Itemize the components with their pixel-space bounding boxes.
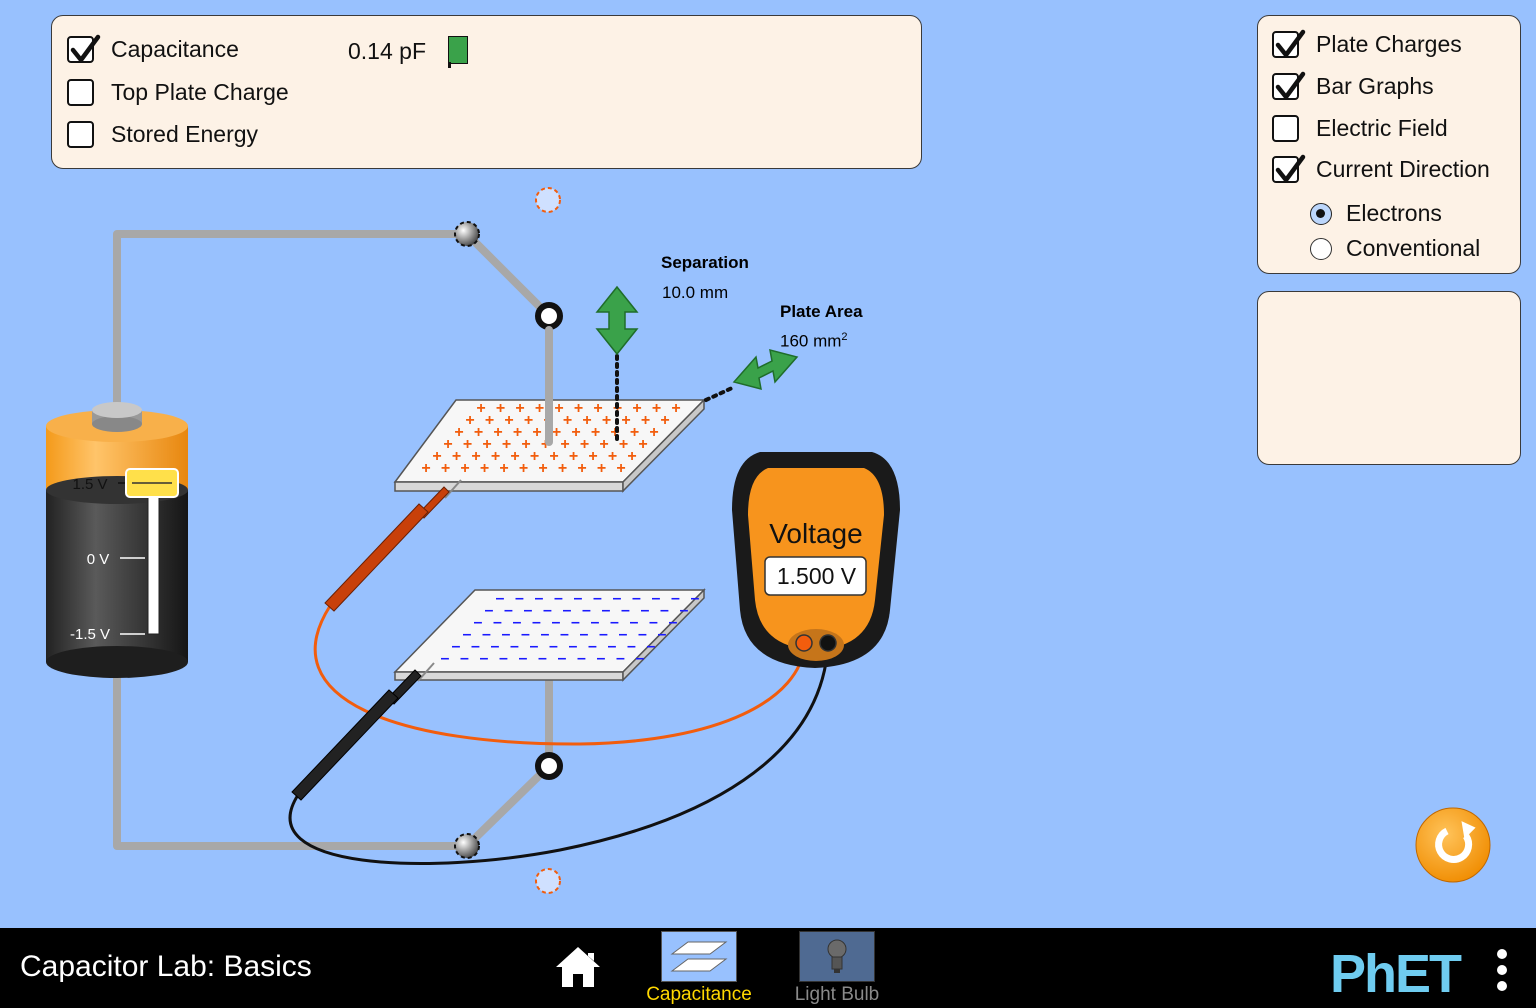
sim-title: Capacitor Lab: Basics: [20, 950, 312, 983]
negative-charge: –: [499, 650, 508, 667]
red-jack: [795, 634, 813, 652]
voltmeter-title: Voltage: [769, 518, 863, 549]
screen-tab-capacitance[interactable]: Capacitance: [638, 931, 760, 1008]
positive-charge: +: [577, 460, 586, 477]
positive-charge: +: [460, 460, 469, 477]
positive-charge: +: [638, 436, 647, 453]
separation-value: 10.0 mm: [662, 283, 729, 302]
light-bulb-screen-icon: [799, 931, 875, 982]
negative-charge: –: [691, 590, 700, 607]
red-voltmeter-probe[interactable]: [324, 479, 462, 612]
home-button[interactable]: [552, 943, 604, 991]
positive-charge: +: [616, 460, 625, 477]
separation-title: Separation: [661, 253, 749, 272]
negative-charge: –: [480, 650, 489, 667]
options-menu-button[interactable]: [1494, 948, 1510, 992]
positive-charge: +: [649, 424, 658, 441]
positive-charge: +: [441, 460, 450, 477]
voltmeter-reading: 1.500 V: [776, 563, 857, 589]
negative-charge: –: [669, 614, 678, 631]
black-jack: [819, 634, 837, 652]
navigation-bar: Capacitor Lab: Basics Capacitance Light …: [0, 928, 1536, 1008]
circuit-scene: 1.5 V 0 V -1.5 V + + + + + + + + + ++ + + + + + + + + ++ + +…: [46, 187, 1491, 894]
battery: 1.5 V 0 V -1.5 V: [46, 402, 188, 678]
plate-area-value: 160 mm2: [780, 331, 848, 352]
capacitance-screen-icon: [661, 931, 737, 982]
reset-all-button[interactable]: [1415, 807, 1491, 883]
plate-area-guide: [704, 386, 734, 402]
negative-charge: –: [616, 650, 625, 667]
screen-tab-label: Capacitance: [646, 984, 752, 1005]
negative-charge: –: [597, 650, 606, 667]
switch-pivot-bottom[interactable]: [535, 752, 563, 780]
positive-charge: +: [558, 460, 567, 477]
positive-charge: +: [519, 460, 528, 477]
plate-area-unit-exponent: 2: [841, 331, 848, 343]
voltmeter[interactable]: [732, 452, 900, 668]
switch-contact-bottom[interactable]: [535, 868, 561, 894]
negative-charge: –: [460, 650, 469, 667]
kebab-menu-icon: [1497, 949, 1507, 991]
positive-charge: +: [597, 460, 606, 477]
switch-contact-top[interactable]: [535, 187, 561, 213]
battery-label-mid: 0 V: [87, 551, 110, 568]
negative-charge: –: [647, 638, 656, 655]
switch-hinge-top[interactable]: [454, 221, 480, 247]
negative-charge: –: [577, 650, 586, 667]
black-voltmeter-probe[interactable]: [291, 662, 435, 801]
positive-charge: +: [480, 460, 489, 477]
battery-voltage-track: [147, 489, 160, 635]
phet-logo[interactable]: PhET: [1330, 943, 1462, 1004]
bottom-plate: – – – – – – – – – – –– – – – – – – – – – –– – – – – – – – – – –– – – – – – –…: [393, 588, 706, 682]
battery-label-bottom: -1.5 V: [70, 626, 110, 643]
positive-charge: +: [421, 460, 430, 477]
negative-charge: –: [558, 650, 567, 667]
plate-area-number: 160 mm: [780, 331, 842, 351]
battery-label-top: 1.5 V: [72, 476, 107, 493]
negative-charge: –: [658, 626, 667, 643]
home-icon: [556, 947, 600, 987]
negative-charge: –: [441, 650, 450, 667]
positive-charge: +: [538, 460, 547, 477]
positive-charge: +: [499, 460, 508, 477]
screen-tab-light-bulb[interactable]: Light Bulb: [776, 931, 898, 1008]
negative-charge: –: [636, 650, 645, 667]
switch-pivot-top[interactable]: [535, 302, 563, 330]
negative-charge: –: [538, 650, 547, 667]
phet-logo-text: PhET: [1330, 944, 1462, 1004]
screen-tab-label: Light Bulb: [794, 984, 880, 1005]
switch-hinge-bottom[interactable]: [454, 833, 480, 859]
plate-area-title: Plate Area: [780, 302, 863, 321]
battery-voltage-slider-thumb[interactable]: [125, 468, 179, 498]
plate-area-drag-arrow-icon[interactable]: [732, 348, 799, 391]
negative-charge: –: [519, 650, 528, 667]
positive-charge: +: [627, 448, 636, 465]
positive-charge: +: [660, 412, 669, 429]
separation-drag-arrow-icon[interactable]: [595, 285, 639, 356]
negative-charge: –: [680, 602, 689, 619]
positive-charge: +: [671, 400, 680, 417]
